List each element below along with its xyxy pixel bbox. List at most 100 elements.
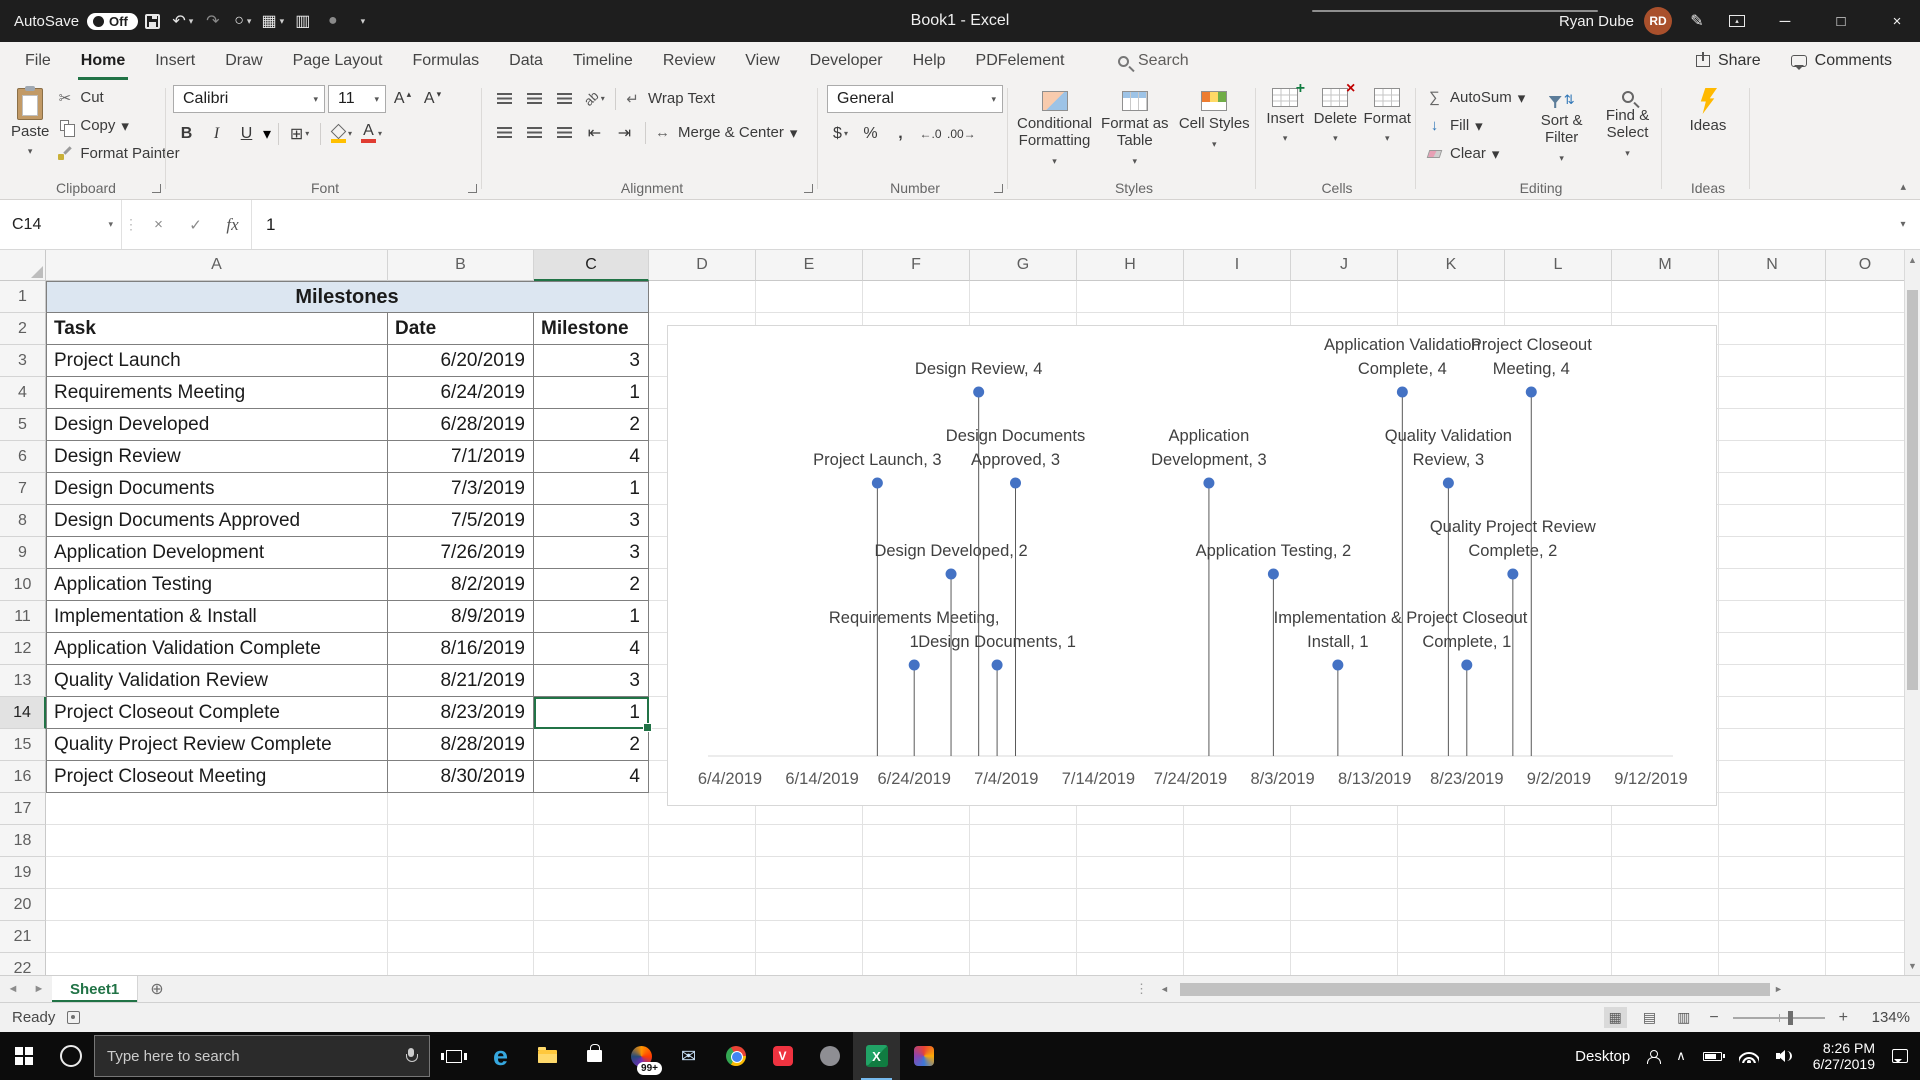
cell-M18[interactable] <box>1612 825 1719 857</box>
cell-O22[interactable] <box>1826 953 1905 975</box>
cell-N15[interactable] <box>1719 729 1826 761</box>
cell-B16[interactable]: 8/30/2019 <box>388 761 534 793</box>
comments-button[interactable]: Comments <box>1781 48 1902 74</box>
draw-pen-button[interactable]: ✎ <box>1682 5 1712 37</box>
cell-C13[interactable]: 3 <box>534 665 649 697</box>
column-header-O[interactable]: O <box>1826 250 1905 281</box>
row-header-15[interactable]: 15 <box>0 729 46 761</box>
scroll-down-icon[interactable]: ▼ <box>1905 957 1920 975</box>
cell-I1[interactable] <box>1184 281 1291 313</box>
row-header-13[interactable]: 13 <box>0 665 46 697</box>
column-header-A[interactable]: A <box>46 250 388 281</box>
cell-N2[interactable] <box>1719 313 1826 345</box>
normal-view-button[interactable]: ▦ <box>1603 1007 1627 1028</box>
cell-B20[interactable] <box>388 889 534 921</box>
desktop-label[interactable]: Desktop <box>1575 1048 1630 1065</box>
minimize-button[interactable]: ─ <box>1762 0 1808 42</box>
bold-button[interactable]: B <box>173 120 200 147</box>
cell-E21[interactable] <box>756 921 863 953</box>
zoom-level[interactable]: 134% <box>1862 1009 1910 1026</box>
column-header-F[interactable]: F <box>863 250 970 281</box>
cell-K19[interactable] <box>1398 857 1505 889</box>
colorful-app-button[interactable] <box>900 1032 947 1080</box>
speaker-icon[interactable] <box>1775 1049 1796 1063</box>
row-header-3[interactable]: 3 <box>0 345 46 377</box>
sheet-nav-right-icon[interactable]: ► <box>26 983 52 995</box>
cell-N20[interactable] <box>1719 889 1826 921</box>
cell-M1[interactable] <box>1612 281 1719 313</box>
cell-O11[interactable] <box>1826 601 1905 633</box>
cell-A14[interactable]: Project Closeout Complete <box>46 697 388 729</box>
wrap-text-button[interactable]: ↵ Wrap Text <box>623 86 715 111</box>
cell-N14[interactable] <box>1719 697 1826 729</box>
currency-format-button[interactable]: $ ▾ <box>827 120 854 147</box>
cell-N13[interactable] <box>1719 665 1826 697</box>
cell-E20[interactable] <box>756 889 863 921</box>
cell-J19[interactable] <box>1291 857 1398 889</box>
cell-M22[interactable] <box>1612 953 1719 975</box>
cell-B18[interactable] <box>388 825 534 857</box>
cell-B9[interactable]: 7/26/2019 <box>388 537 534 569</box>
number-dialog-launcher[interactable] <box>994 184 1003 193</box>
conditional-formatting-button[interactable]: Conditional Formatting ▾ <box>1017 83 1092 175</box>
cell-D22[interactable] <box>649 953 756 975</box>
comma-format-button[interactable]: , <box>887 120 914 147</box>
cell-J22[interactable] <box>1291 953 1398 975</box>
fill-button[interactable]: ↓ Fill ▾ <box>1425 113 1525 138</box>
cell-A6[interactable]: Design Review <box>46 441 388 473</box>
cell-B21[interactable] <box>388 921 534 953</box>
cell-L20[interactable] <box>1505 889 1612 921</box>
zoom-slider[interactable] <box>1732 1010 1825 1025</box>
align-left-button[interactable] <box>491 119 518 146</box>
cell-E19[interactable] <box>756 857 863 889</box>
cell-O17[interactable] <box>1826 793 1905 825</box>
row-header-12[interactable]: 12 <box>0 633 46 665</box>
cell-N10[interactable] <box>1719 569 1826 601</box>
cell-O10[interactable] <box>1826 569 1905 601</box>
insert-cells-button[interactable]: + Insert ▾ <box>1263 80 1307 175</box>
cell-N7[interactable] <box>1719 473 1826 505</box>
cell-F19[interactable] <box>863 857 970 889</box>
cell-O12[interactable] <box>1826 633 1905 665</box>
cell-N3[interactable] <box>1719 345 1826 377</box>
formula-bar-splitter[interactable]: ⋮ <box>122 216 140 233</box>
align-right-button[interactable] <box>551 119 578 146</box>
cell-H22[interactable] <box>1077 953 1184 975</box>
cell-A9[interactable]: Application Development <box>46 537 388 569</box>
cell-A8[interactable]: Design Documents Approved <box>46 505 388 537</box>
cell-N17[interactable] <box>1719 793 1826 825</box>
wifi-icon[interactable] <box>1738 1049 1759 1063</box>
taskbar-search[interactable]: Type here to search <box>94 1035 430 1077</box>
cell-B11[interactable]: 8/9/2019 <box>388 601 534 633</box>
cell-C20[interactable] <box>534 889 649 921</box>
sort-filter-button[interactable]: ⇅ Sort & Filter ▾ <box>1531 83 1592 175</box>
cell-K20[interactable] <box>1398 889 1505 921</box>
column-header-B[interactable]: B <box>388 250 534 281</box>
cell-G19[interactable] <box>970 857 1077 889</box>
cell-A11[interactable]: Implementation & Install <box>46 601 388 633</box>
row-header-6[interactable]: 6 <box>0 441 46 473</box>
cell-K18[interactable] <box>1398 825 1505 857</box>
clipboard-dialog-launcher[interactable] <box>152 184 161 193</box>
milestone-chart[interactable]: 6/4/2019 6/14/2019 6/24/2019 7/4/2019 7/14/2… <box>667 325 1717 806</box>
cell-O1[interactable] <box>1826 281 1905 313</box>
share-button[interactable]: Share <box>1686 48 1771 74</box>
tab-file[interactable]: File <box>10 42 66 80</box>
cell-D18[interactable] <box>649 825 756 857</box>
cell-N18[interactable] <box>1719 825 1826 857</box>
cell-O7[interactable] <box>1826 473 1905 505</box>
cut-button[interactable]: ✂ Cut <box>55 85 179 110</box>
cell-G21[interactable] <box>970 921 1077 953</box>
underline-button[interactable]: U <box>233 120 260 147</box>
cell-N11[interactable] <box>1719 601 1826 633</box>
tab-data[interactable]: Data <box>494 42 558 80</box>
cell-C15[interactable]: 2 <box>534 729 649 761</box>
cell-N12[interactable] <box>1719 633 1826 665</box>
row-header-16[interactable]: 16 <box>0 761 46 793</box>
cell-A3[interactable]: Project Launch <box>46 345 388 377</box>
tab-view[interactable]: View <box>730 42 794 80</box>
cell-L1[interactable] <box>1505 281 1612 313</box>
cell-B3[interactable]: 6/20/2019 <box>388 345 534 377</box>
touch-mode-button[interactable]: ○ ▾ <box>228 5 258 37</box>
enter-button[interactable]: ✓ <box>177 200 214 249</box>
